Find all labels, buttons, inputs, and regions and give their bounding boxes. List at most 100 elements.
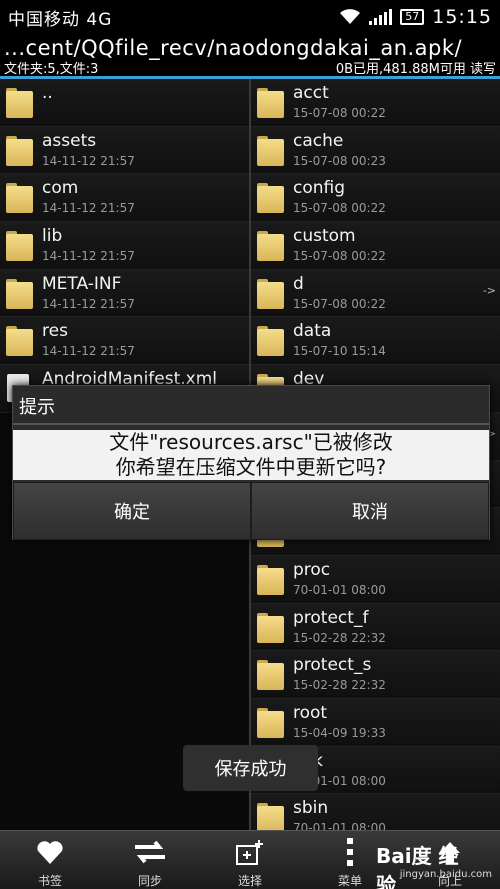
battery-icon: 57 [400, 9, 425, 25]
item-date: 15-07-08 00:22 [293, 106, 386, 120]
list-item[interactable]: sbin 70-01-01 08:00 [251, 794, 500, 830]
wifi-icon [339, 9, 361, 25]
dialog-button-row: 确定 取消 [13, 482, 489, 540]
list-item[interactable]: res 14-11-12 21:57 [0, 317, 249, 366]
path-header: ...cent/QQfile_recv/naodongdakai_an.apk/… [0, 34, 500, 77]
folder-file-count: 文件夹:5,文件:3 [4, 62, 99, 77]
watermark-main: Bai度 经验 [376, 844, 459, 889]
list-item[interactable]: custom 15-07-08 00:22 [251, 222, 500, 270]
item-date: 15-07-08 00:22 [293, 201, 386, 216]
watermark-sub: jingyan.baidu.com [399, 869, 492, 880]
list-item[interactable]: assets 14-11-12 21:57 [0, 126, 249, 175]
confirm-button[interactable]: 确定 [13, 482, 251, 540]
folder-icon [6, 88, 33, 118]
item-date: 15-04-09 19:33 [293, 725, 386, 740]
item-date: 15-07-08 00:22 [293, 249, 386, 264]
item-name: com [42, 178, 79, 199]
item-name: res [42, 321, 68, 342]
item-name: cache [293, 130, 344, 151]
item-name: .. [42, 83, 53, 103]
list-item[interactable]: .. [0, 79, 249, 127]
list-item[interactable]: proc 70-01-01 08:00 [251, 555, 500, 604]
item-name: data [293, 321, 332, 342]
list-item[interactable]: lib 14-11-12 21:57 [0, 222, 249, 270]
sync-button[interactable]: 同步 [100, 831, 200, 889]
item-date: 14-11-12 21:57 [42, 201, 135, 216]
current-path[interactable]: ...cent/QQfile_recv/naodongdakai_an.apk/ [4, 36, 462, 60]
heart-icon [0, 837, 100, 867]
save-success-toast: 保存成功 [183, 745, 318, 791]
item-date: 14-11-12 21:57 [42, 344, 135, 359]
folder-icon [6, 135, 33, 166]
storage-info: 0B已用,481.88M可用 读写 [335, 62, 496, 77]
folder-icon [257, 231, 284, 262]
list-item[interactable]: config 15-07-08 00:22 [251, 174, 500, 223]
sync-label: 同步 [137, 874, 162, 888]
item-name: proc [293, 559, 331, 580]
update-archive-dialog: 提示 文件"resources.arsc"已被修改 你希望在压缩文件中更新它吗?… [12, 385, 490, 540]
select-label: 选择 [237, 874, 262, 888]
item-name: config [293, 178, 346, 199]
folder-icon [257, 183, 284, 214]
carrier-label: 中国移动 4G [8, 9, 113, 30]
item-date: 15-02-28 22:32 [293, 630, 386, 645]
item-date: 14-11-12 21:57 [42, 153, 135, 168]
status-bar: 中国移动 4G 57 15:15 [0, 0, 500, 34]
item-name: protect_s [293, 655, 372, 676]
item-name: protect_f [293, 607, 369, 628]
item-name: sbin [293, 798, 329, 819]
list-item[interactable]: META-INF 14-11-12 21:57 [0, 269, 249, 318]
dialog-message: 文件"resources.arsc"已被修改 你希望在压缩文件中更新它吗? [13, 430, 489, 480]
signal-icon [369, 9, 393, 25]
item-date: 15-07-08 00:22 [293, 296, 386, 311]
select-button[interactable]: 选择 [200, 831, 300, 889]
item-date: 15-02-28 22:32 [293, 678, 386, 693]
folder-icon [257, 564, 284, 595]
folder-icon [6, 183, 33, 214]
dialog-message-line2: 你希望在压缩文件中更新它吗? [115, 455, 387, 479]
dialog-title: 提示 [19, 397, 55, 418]
list-item[interactable]: root 15-04-09 19:33 [251, 698, 500, 747]
folder-icon [257, 326, 284, 357]
folder-icon [257, 707, 284, 738]
folder-icon [6, 231, 33, 262]
clock: 15:15 [432, 6, 492, 28]
dialog-message-line1: 文件"resources.arsc"已被修改 [109, 430, 393, 454]
list-item[interactable]: data 15-07-10 15:14 [251, 317, 500, 366]
item-name: custom [293, 226, 356, 247]
item-name: root [293, 702, 328, 723]
list-item[interactable]: protect_f 15-02-28 22:32 [251, 603, 500, 652]
folder-icon [257, 803, 284, 830]
list-item[interactable]: acct 15-07-08 00:22 [251, 79, 500, 127]
folder-icon [6, 278, 33, 309]
list-item[interactable]: d 15-07-08 00:22 -> [251, 269, 500, 318]
item-date: 15-07-10 15:14 [293, 344, 386, 359]
item-name: acct [293, 83, 329, 103]
bookmark-label: 书签 [37, 874, 62, 888]
item-date: 14-11-12 21:57 [42, 249, 135, 264]
folder-icon [257, 278, 284, 309]
list-item[interactable]: cache 15-07-08 00:23 [251, 126, 500, 175]
item-date: 70-01-01 08:00 [293, 821, 386, 830]
list-item[interactable]: protect_s 15-02-28 22:32 [251, 651, 500, 699]
sync-arrows-icon [100, 837, 200, 867]
folder-icon [6, 326, 33, 357]
item-date: 14-11-12 21:57 [42, 296, 135, 311]
symlink-arrow: -> [482, 283, 496, 297]
item-date: 15-07-08 00:23 [293, 153, 386, 168]
baidu-watermark: Bai度 经验 jingyan.baidu.com [376, 838, 496, 889]
folder-icon [257, 135, 284, 166]
folder-icon [257, 612, 284, 643]
dialog-title-divider [13, 423, 489, 425]
item-name: d [293, 273, 304, 294]
folder-icon [257, 660, 284, 691]
list-item[interactable]: com 14-11-12 21:57 [0, 174, 249, 223]
folder-icon [257, 88, 284, 118]
bookmark-button[interactable]: 书签 [0, 831, 100, 889]
item-name: assets [42, 130, 97, 151]
item-name: lib [42, 226, 63, 247]
select-add-icon [200, 837, 300, 867]
item-name: META-INF [42, 273, 122, 294]
cancel-button[interactable]: 取消 [251, 482, 489, 540]
item-date: 70-01-01 08:00 [293, 582, 386, 597]
